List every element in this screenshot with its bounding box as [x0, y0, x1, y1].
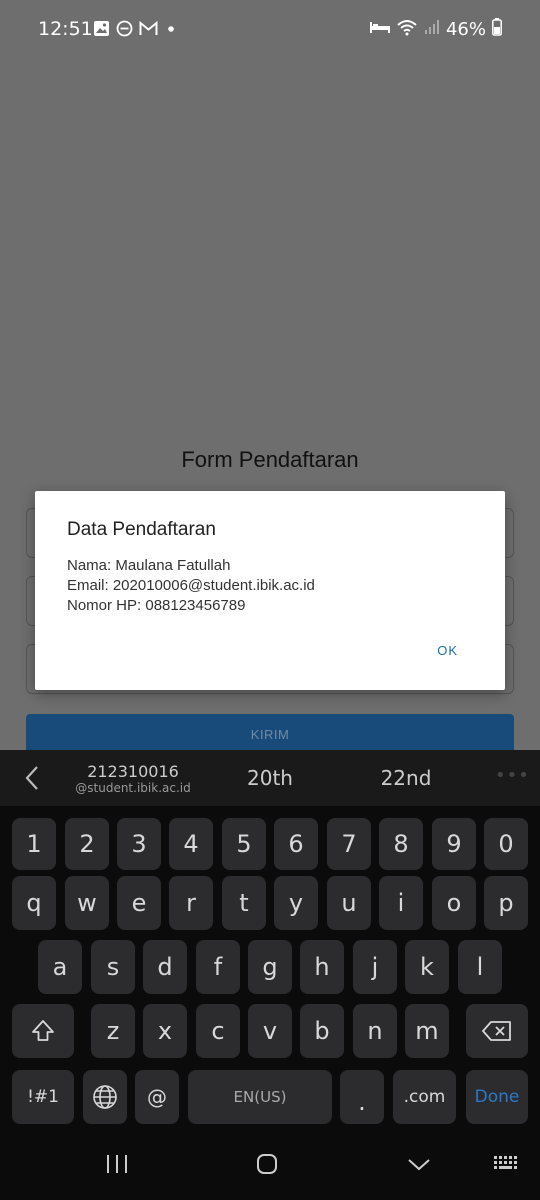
key-p[interactable]: p — [484, 876, 528, 930]
battery-percent: 46% — [445, 19, 486, 40]
key-4[interactable]: 4 — [169, 818, 213, 870]
key-n[interactable]: n — [353, 1004, 397, 1058]
recent-apps-icon[interactable] — [104, 1152, 130, 1180]
status-bar: 12:51 46% — [0, 0, 540, 62]
wifi-icon — [396, 18, 418, 41]
dialog-line-phone: Nomor HP: 088123456789 — [67, 597, 246, 614]
keyboard: 212310016 @student.ibik.ac.id 20th 22nd … — [0, 750, 540, 1130]
key-x[interactable]: x — [143, 1004, 187, 1058]
space-key[interactable]: EN(US) — [188, 1070, 332, 1124]
more-options-icon[interactable]: ••• — [495, 765, 530, 786]
key-w[interactable]: w — [65, 876, 109, 930]
battery-icon — [492, 18, 502, 41]
key-f[interactable]: f — [196, 940, 240, 994]
key-1[interactable]: 1 — [12, 818, 56, 870]
key-b[interactable]: b — [300, 1004, 344, 1058]
key-r[interactable]: r — [169, 876, 213, 930]
suggestion-1[interactable]: 212310016 @student.ibik.ac.id — [73, 762, 193, 795]
shift-key[interactable] — [12, 1004, 74, 1058]
key-6[interactable]: 6 — [274, 818, 318, 870]
key-j[interactable]: j — [353, 940, 397, 994]
key-s[interactable]: s — [91, 940, 135, 994]
key-c[interactable]: c — [196, 1004, 240, 1058]
back-icon[interactable] — [406, 1152, 432, 1180]
key-h[interactable]: h — [300, 940, 344, 994]
navigation-bar — [0, 1130, 540, 1200]
key-y[interactable]: y — [274, 876, 318, 930]
key-a[interactable]: a — [38, 940, 82, 994]
key-g[interactable]: g — [248, 940, 292, 994]
key-z[interactable]: z — [91, 1004, 135, 1058]
sleep-mode-icon — [369, 19, 390, 40]
ok-button[interactable]: OK — [437, 643, 458, 658]
status-left-icons — [93, 20, 178, 41]
key-0[interactable]: 0 — [484, 818, 528, 870]
key-m[interactable]: m — [405, 1004, 449, 1058]
dot-icon — [164, 21, 178, 40]
language-key[interactable] — [83, 1070, 127, 1124]
status-time: 12:51 — [38, 18, 93, 40]
key-l[interactable]: l — [458, 940, 502, 994]
dotcom-key[interactable]: .com — [393, 1070, 456, 1124]
key-o[interactable]: o — [432, 876, 476, 930]
key-3[interactable]: 3 — [117, 818, 161, 870]
signal-icon — [424, 19, 440, 40]
key-2[interactable]: 2 — [65, 818, 109, 870]
key-8[interactable]: 8 — [379, 818, 423, 870]
home-icon[interactable] — [255, 1152, 279, 1180]
symbols-key[interactable]: !#1 — [12, 1070, 74, 1124]
do-not-disturb-icon — [116, 20, 133, 41]
suggestion-2[interactable]: 20th — [220, 766, 320, 790]
shift-icon — [32, 1020, 54, 1041]
registration-dialog: Data Pendaftaran Nama: Maulana Fatullah … — [35, 491, 505, 690]
key-7[interactable]: 7 — [327, 818, 371, 870]
key-v[interactable]: v — [248, 1004, 292, 1058]
status-right: 46% — [369, 18, 502, 41]
done-key[interactable]: Done — [466, 1070, 528, 1124]
key-9[interactable]: 9 — [432, 818, 476, 870]
key-k[interactable]: k — [405, 940, 449, 994]
dialog-message: Nama: Maulana Fatullah Email: 202010006@… — [67, 556, 315, 616]
backspace-icon — [482, 1021, 511, 1041]
dialog-line-name: Nama: Maulana Fatullah — [67, 557, 231, 574]
dialog-title: Data Pendaftaran — [67, 519, 216, 540]
form-title: Form Pendaftaran — [181, 447, 359, 472]
key-5[interactable]: 5 — [222, 818, 266, 870]
key-i[interactable]: i — [379, 876, 423, 930]
key-t[interactable]: t — [222, 876, 266, 930]
key-e[interactable]: e — [117, 876, 161, 930]
key-q[interactable]: q — [12, 876, 56, 930]
image-icon — [93, 20, 110, 41]
at-key[interactable]: @ — [135, 1070, 179, 1124]
keyboard-switch-icon[interactable] — [492, 1152, 520, 1180]
backspace-key[interactable] — [466, 1004, 528, 1058]
globe-icon — [93, 1085, 117, 1109]
period-key[interactable]: . — [340, 1070, 384, 1124]
dialog-line-email: Email: 202010006@student.ibik.ac.id — [67, 577, 315, 594]
chevron-left-icon[interactable] — [22, 764, 42, 796]
suggestion-3[interactable]: 22nd — [356, 766, 456, 790]
suggestion-1-sub: @student.ibik.ac.id — [75, 781, 191, 795]
key-d[interactable]: d — [143, 940, 187, 994]
suggestion-bar: 212310016 @student.ibik.ac.id 20th 22nd … — [0, 750, 540, 806]
gmail-icon — [139, 20, 158, 40]
suggestion-1-main: 212310016 — [87, 762, 179, 781]
key-u[interactable]: u — [327, 876, 371, 930]
